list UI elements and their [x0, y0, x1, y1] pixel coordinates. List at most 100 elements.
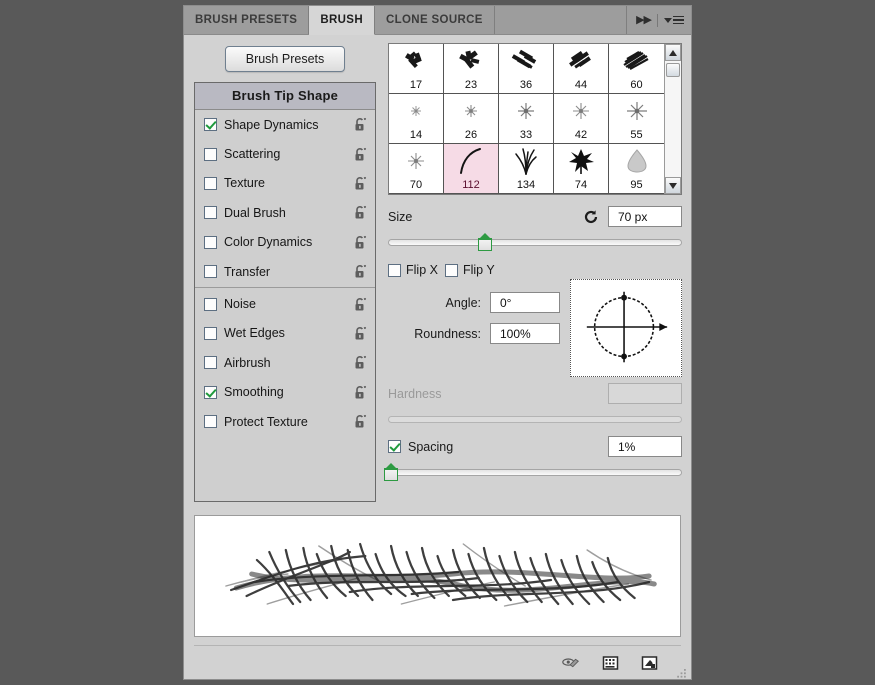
lock-icon[interactable] [353, 176, 367, 191]
lock-icon[interactable] [353, 205, 367, 220]
lock-icon[interactable] [353, 147, 367, 162]
scrollbar-thumb[interactable] [666, 63, 680, 77]
brush-thumbnail-spatter-icon [609, 94, 664, 128]
brush-thumbnail-spatter-icon [389, 144, 443, 178]
checkbox-smoothing[interactable] [204, 385, 217, 399]
checkbox-flip-y[interactable] [444, 263, 458, 277]
tab-brush[interactable]: BRUSH [309, 6, 375, 35]
brush-thumbnail-grass-icon [499, 144, 553, 178]
presets-button-row: Brush Presets [194, 43, 376, 82]
brush-cell[interactable]: 70 [389, 144, 444, 194]
option-row-dual-brush[interactable]: Dual Brush [195, 198, 375, 227]
toggle-brush-preview-icon[interactable] [561, 654, 581, 672]
roundness-value-input[interactable]: 100% [490, 323, 560, 344]
brush-cell[interactable]: 14 [389, 94, 444, 144]
checkbox-noise[interactable] [204, 297, 217, 311]
brush-thumbnail-grid: 17 23 36 44 60 14 26 33 42 55 70 112 134… [388, 43, 682, 195]
option-row-color-dynamics[interactable]: Color Dynamics [195, 228, 375, 257]
open-preset-manager-icon[interactable] [600, 654, 620, 672]
flip-x-control[interactable]: Flip X [388, 263, 438, 277]
checkbox-airbrush[interactable] [204, 356, 217, 370]
brush-thumbnail-spatter-icon [554, 94, 608, 128]
brush-cell[interactable]: 60 [609, 44, 664, 94]
size-slider[interactable] [388, 233, 682, 251]
angle-value-input[interactable]: 0° [490, 292, 560, 313]
panel-menu-icon[interactable] [664, 15, 684, 25]
brush-size-label: 33 [519, 129, 533, 141]
size-slider-track [388, 239, 682, 246]
option-row-texture[interactable]: Texture [195, 169, 375, 198]
reset-size-icon[interactable] [583, 209, 599, 225]
brush-cell[interactable]: 23 [444, 44, 499, 94]
checkbox-transfer[interactable] [204, 265, 217, 279]
create-new-brush-icon[interactable] [639, 654, 659, 672]
tab-bar-filler [494, 6, 628, 34]
brush-cell[interactable]: 44 [554, 44, 609, 94]
lock-icon[interactable] [353, 385, 367, 400]
options-divider [195, 287, 375, 289]
options-column: Brush Presets Brush Tip Shape Shape Dyna… [194, 43, 376, 505]
option-row-transfer[interactable]: Transfer [195, 257, 375, 286]
brush-tip-shape-header[interactable]: Brush Tip Shape [195, 83, 375, 110]
lock-icon[interactable] [353, 355, 367, 370]
brush-cell[interactable]: 74 [554, 144, 609, 194]
brush-cell[interactable]: 42 [554, 94, 609, 144]
checkbox-texture[interactable] [204, 176, 217, 190]
brush-cell[interactable]: 26 [444, 94, 499, 144]
brush-cell[interactable]: 17 [389, 44, 444, 94]
angle-roundness-dial[interactable] [570, 279, 682, 377]
size-slider-thumb[interactable] [478, 233, 493, 251]
option-row-protect-texture[interactable]: Protect Texture [195, 407, 375, 436]
option-row-smoothing[interactable]: Smoothing [195, 378, 375, 407]
brush-thumbnail-chalk-icon [554, 44, 608, 78]
brush-presets-button[interactable]: Brush Presets [224, 46, 346, 72]
lock-icon[interactable] [353, 326, 367, 341]
option-row-noise[interactable]: Noise [195, 289, 375, 318]
double-chevron-right-icon[interactable]: ▶▶ [636, 14, 652, 26]
brush-size-label: 14 [409, 129, 423, 141]
option-row-scattering[interactable]: Scattering [195, 139, 375, 168]
scroll-down-icon[interactable] [665, 177, 681, 194]
brush-cell-selected[interactable]: 112 [444, 144, 499, 194]
spacing-value-input[interactable]: 1% [608, 436, 682, 457]
option-row-shape-dynamics[interactable]: Shape Dynamics [195, 110, 375, 139]
brush-grid-scrollbar[interactable] [664, 44, 681, 194]
brush-size-label: 74 [574, 179, 588, 191]
tab-brush-presets[interactable]: BRUSH PRESETS [184, 6, 310, 34]
brush-size-label: 60 [630, 79, 643, 91]
brush-size-label: 17 [409, 79, 423, 91]
hardness-value-input [608, 383, 682, 404]
checkbox-protect-texture[interactable] [204, 415, 217, 429]
checkbox-color-dynamics[interactable] [204, 235, 217, 249]
option-row-wet-edges[interactable]: Wet Edges [195, 319, 375, 348]
option-row-airbrush[interactable]: Airbrush [195, 348, 375, 377]
resize-grip-icon[interactable] [676, 667, 687, 678]
brush-cell[interactable]: 134 [499, 144, 554, 194]
scrollbar-track[interactable] [665, 61, 681, 177]
flip-y-control[interactable]: Flip Y [444, 263, 495, 277]
brush-cell[interactable]: 95 [609, 144, 664, 194]
brush-thumbnail-spatter-icon [499, 94, 553, 128]
checkbox-shape-dynamics[interactable] [204, 118, 217, 132]
checkbox-flip-x[interactable] [388, 263, 401, 277]
checkbox-dual-brush[interactable] [204, 206, 217, 220]
size-value-input[interactable]: 70 px [608, 206, 682, 227]
brush-cell[interactable]: 36 [499, 44, 554, 94]
checkbox-wet-edges[interactable] [204, 326, 217, 340]
checkbox-spacing[interactable] [388, 440, 401, 453]
brush-cell[interactable]: 55 [609, 94, 664, 144]
lock-icon[interactable] [353, 117, 367, 132]
scroll-up-icon[interactable] [665, 44, 681, 61]
brush-cell[interactable]: 33 [499, 94, 554, 144]
lock-icon[interactable] [353, 235, 367, 250]
tab-clone-source[interactable]: CLONE SOURCE [374, 6, 495, 34]
option-label: Wet Edges [224, 326, 285, 341]
spacing-slider[interactable] [383, 463, 682, 481]
option-label: Noise [224, 297, 256, 312]
checkbox-scattering[interactable] [204, 147, 217, 161]
spacing-slider-thumb[interactable] [383, 463, 398, 481]
lock-icon[interactable] [353, 264, 367, 279]
lock-icon[interactable] [353, 297, 367, 312]
hardness-slider-track [388, 416, 682, 423]
lock-icon[interactable] [353, 414, 367, 429]
